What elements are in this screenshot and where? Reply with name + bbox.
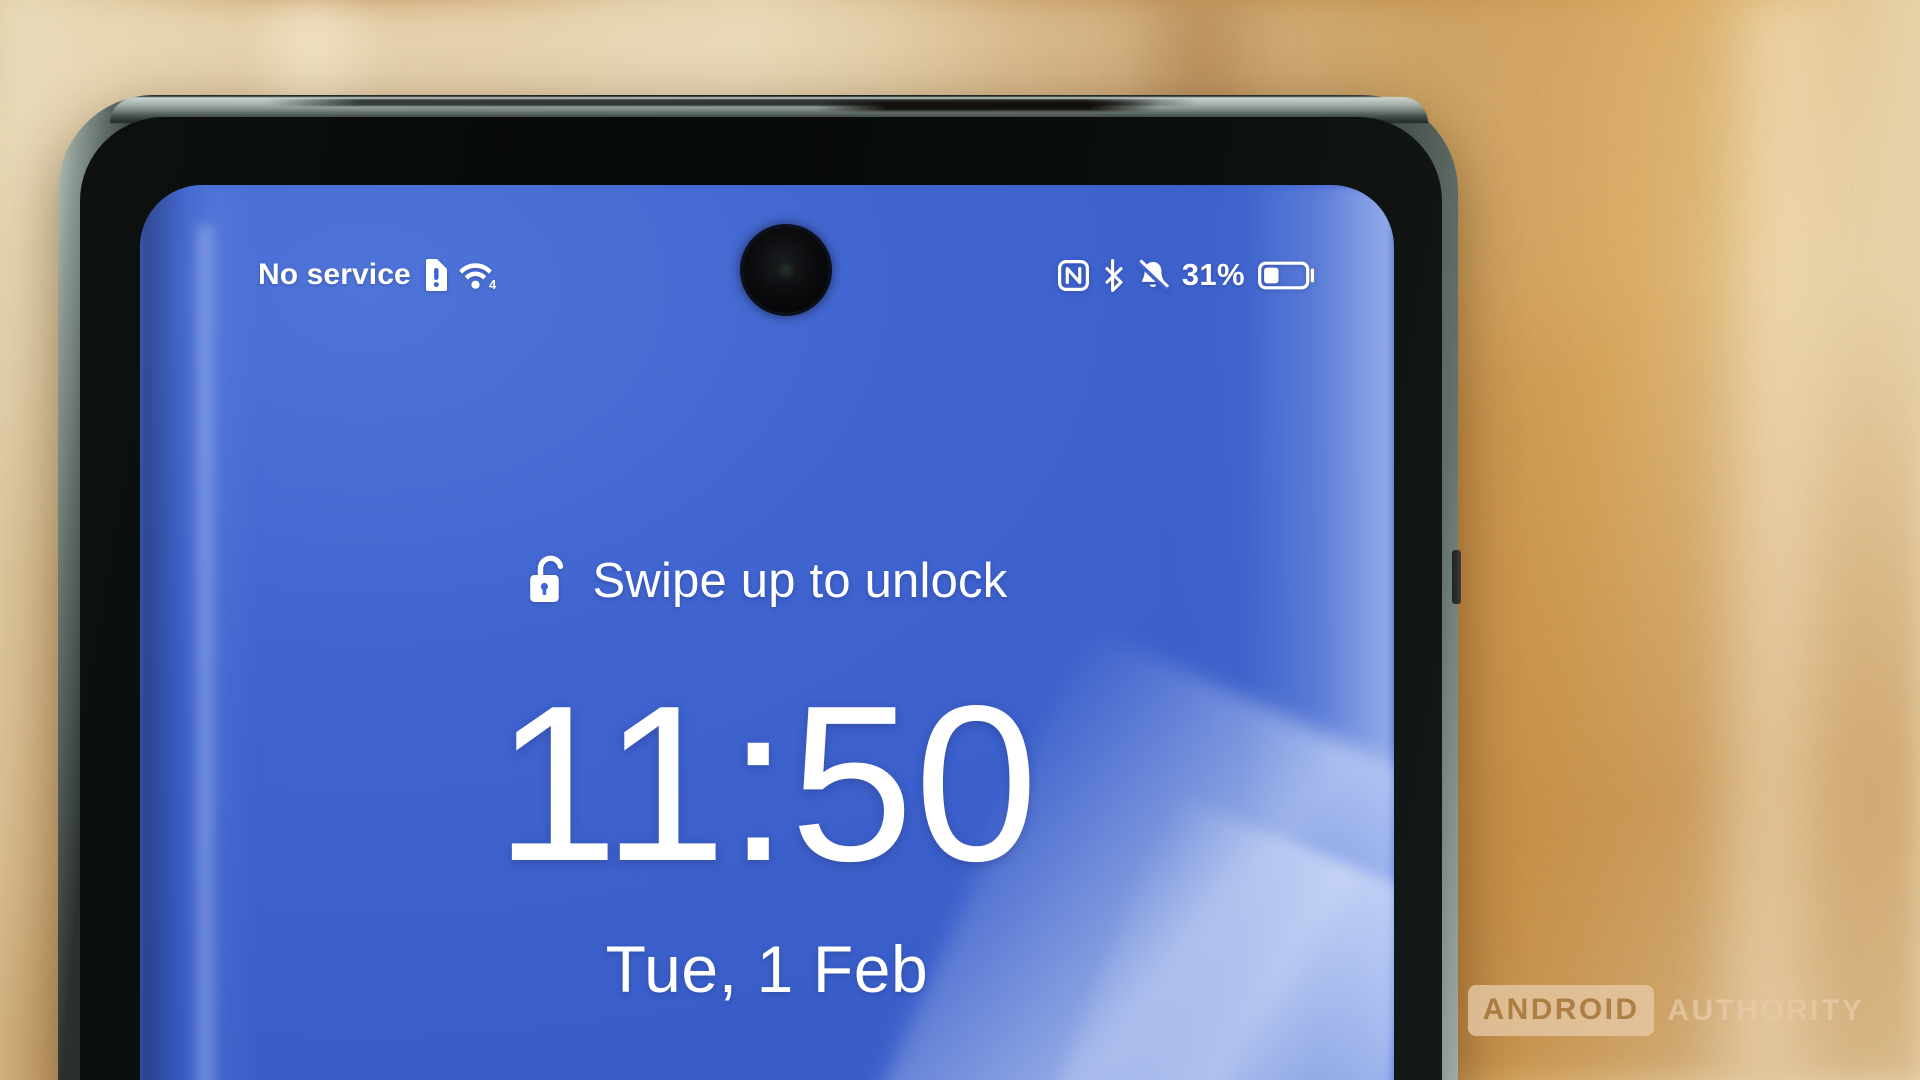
watermark-brand-boxed: ANDROID	[1467, 985, 1655, 1036]
status-bar-left: No service 4	[258, 258, 499, 292]
unlocked-padlock-icon	[527, 555, 571, 607]
phone-top-seam-secondary	[818, 101, 1158, 111]
status-bar-right: 31%	[1057, 257, 1316, 293]
battery-percent-label: 31%	[1181, 257, 1245, 292]
bluetooth-icon	[1102, 258, 1124, 292]
watermark-brand-plain: AUTHORITY	[1667, 993, 1864, 1027]
screenshot-stage: No service 4 31% Swipe up to unlock 11:5…	[0, 0, 1920, 1080]
unlock-hint-label: Swipe up to unlock	[592, 554, 1008, 608]
carrier-label: No service	[258, 258, 411, 291]
smartphone: No service 4 31% Swipe up to unlock 11:5…	[58, 95, 1461, 1080]
status-bar: No service 4 31%	[140, 247, 1394, 303]
wifi-icon: 4	[458, 259, 499, 292]
lockscreen-date: Tue, 1 Feb	[605, 932, 929, 1006]
sim-card-alert-icon	[422, 258, 448, 292]
lockscreen-clock: 11:50	[494, 660, 1040, 908]
watermark: ANDROID AUTHORITY	[1467, 985, 1864, 1036]
power-button[interactable]	[1452, 550, 1461, 604]
battery-icon	[1258, 260, 1316, 291]
phone-screen[interactable]: No service 4 31% Swipe up to unlock 11:5…	[140, 185, 1394, 1080]
notification-muted-icon	[1136, 259, 1169, 292]
nfc-icon	[1057, 259, 1089, 291]
svg-text:4: 4	[489, 277, 497, 291]
unlock-hint[interactable]: Swipe up to unlock	[140, 553, 1394, 609]
phone-bezel: No service 4 31% Swipe up to unlock 11:5…	[80, 117, 1442, 1080]
